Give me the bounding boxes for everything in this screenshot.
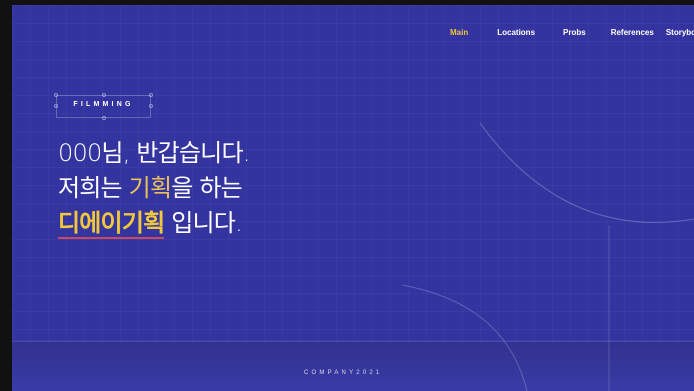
headline-line-3-suffix: 입니다. [164, 209, 242, 237]
footer-company-text: COMPANY2021 [304, 370, 383, 376]
company-name-highlight: 디에이기획 [58, 206, 165, 241]
filming-tag: FILMMING [54, 93, 153, 120]
hero-section: Main Locations Probs References Storyboa… [12, 5, 694, 391]
headline-planning-word: 기획 [128, 174, 172, 202]
selection-handle-icon [102, 116, 106, 120]
nav-locations[interactable]: Locations [497, 28, 535, 37]
headline-line-2: 저희는 기획을 하는 [58, 171, 250, 206]
headline-line-2-suffix: 을 하는 [171, 174, 242, 202]
nav-storyboard[interactable]: Storyboa [666, 28, 694, 37]
headline-line-1: 000님, 반갑습니다. [58, 139, 250, 167]
tag-label: FILMMING [73, 101, 134, 108]
nav-references[interactable]: References [611, 28, 654, 37]
top-navigation: Main Locations Probs References Storyboa [450, 28, 694, 37]
hero-headline: 000님, 반갑습니다. 저희는 기획을 하는 디에이기획 입니다. [58, 136, 250, 241]
headline-line-3: 디에이기획 입니다. [58, 206, 250, 241]
selection-handle-icon [149, 93, 153, 97]
selection-handle-icon [54, 93, 58, 97]
screen-frame: Main Locations Probs References Storyboa… [0, 0, 694, 391]
nav-probs[interactable]: Probs [563, 28, 586, 37]
bottom-band [12, 341, 694, 391]
headline-line-2-prefix: 저희는 [58, 174, 129, 202]
selection-handle-icon [102, 93, 106, 97]
nav-main[interactable]: Main [450, 28, 468, 37]
